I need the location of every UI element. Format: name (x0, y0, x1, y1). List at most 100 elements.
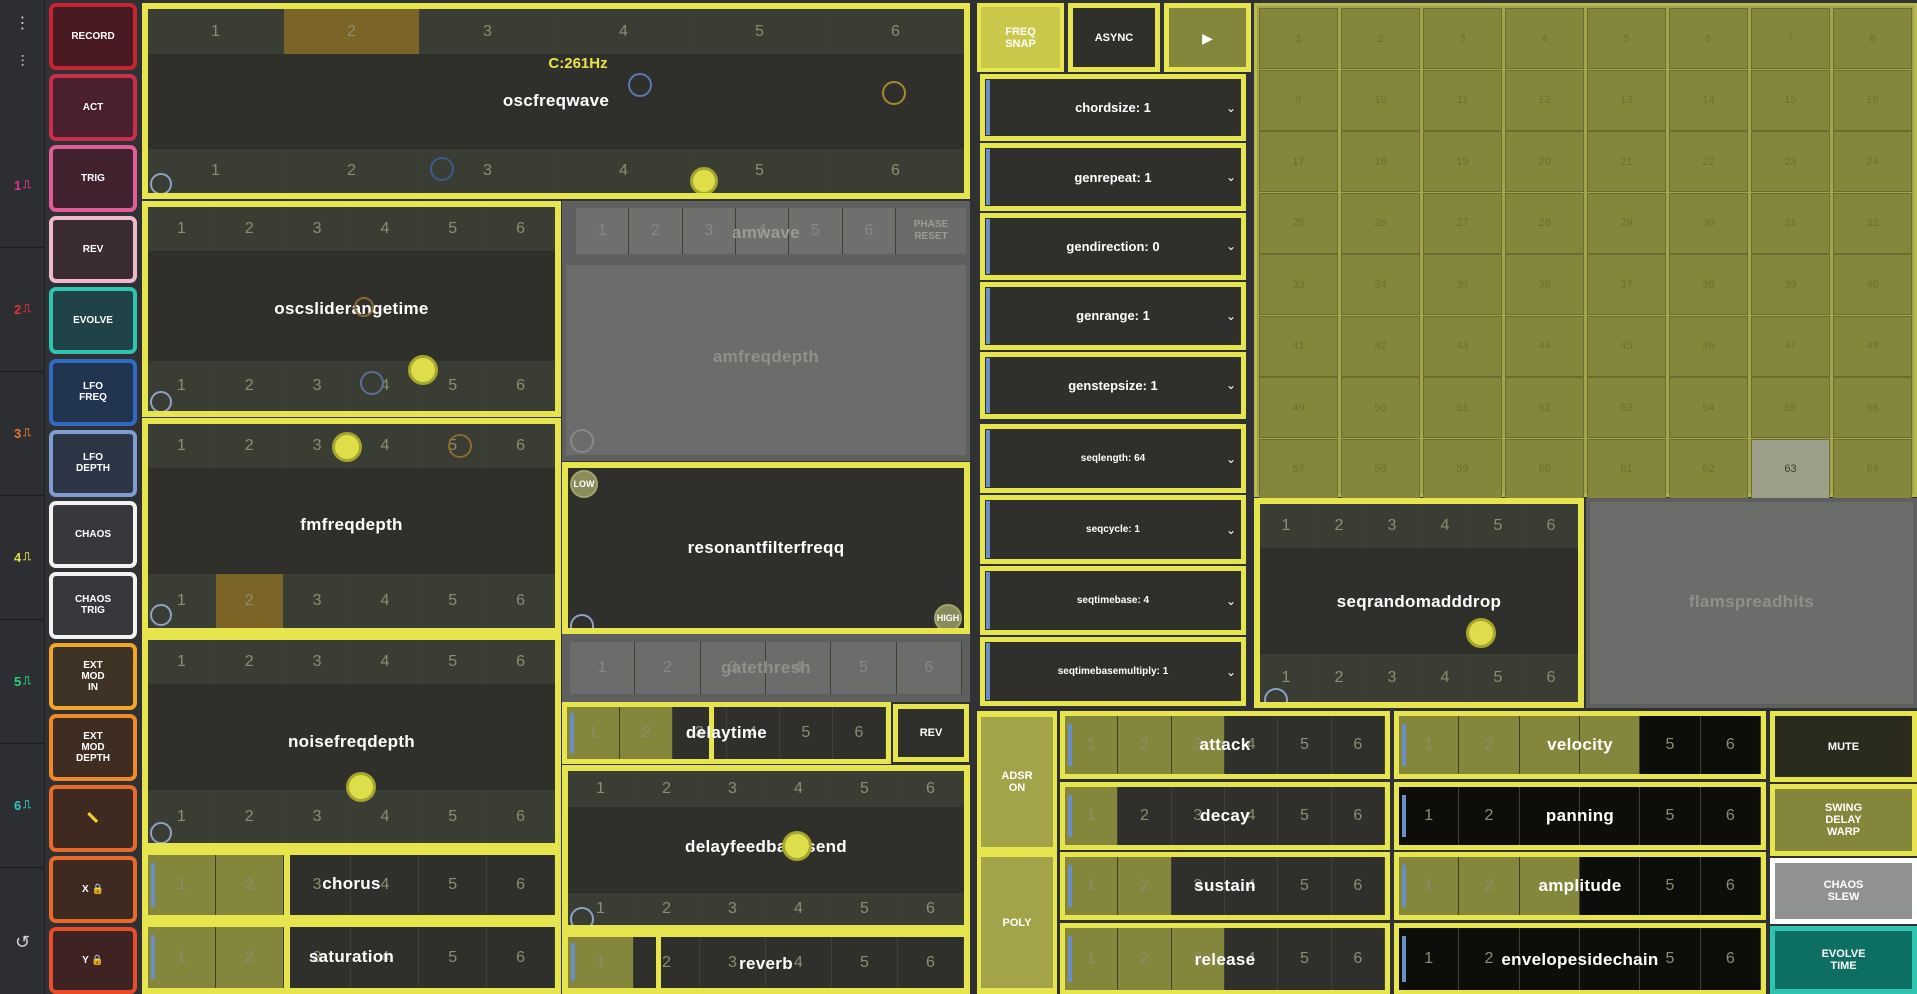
slider-knob[interactable] (1466, 618, 1496, 648)
side-button-7[interactable]: CHAOS (49, 500, 137, 568)
grid-cell[interactable]: 11 (1423, 69, 1502, 131)
grid-cell[interactable]: 53 (1587, 377, 1666, 438)
evolve-time-button[interactable]: EVOLVE TIME (1770, 926, 1917, 994)
grid-cell[interactable]: 64 (1833, 438, 1912, 500)
grid-cell[interactable]: 58 (1341, 438, 1420, 500)
grid-cell[interactable]: 45 (1587, 315, 1666, 377)
seqrandomadddrop-module[interactable]: 123456 123456 seqrandomadddrop (1254, 498, 1584, 708)
mute-button[interactable]: MUTE (1770, 711, 1917, 782)
grid-cell[interactable]: 60 (1505, 438, 1584, 500)
slider-knob[interactable] (690, 167, 718, 193)
mod-ring[interactable] (150, 604, 172, 626)
grid-cell[interactable]: 15 (1751, 69, 1830, 131)
handle-ring[interactable] (354, 297, 374, 317)
grid-cell[interactable]: 56 (1833, 377, 1912, 438)
side-button-9[interactable]: EXT MOD IN (49, 642, 137, 710)
grid-cell[interactable]: 62 (1669, 438, 1748, 500)
delayfeedbacksend-module[interactable]: 123456 123456 delayfeedbacksend (562, 765, 970, 931)
grid-cell[interactable]: 24 (1833, 131, 1912, 192)
track-4-indicator[interactable]: 4 ⎍ (0, 496, 45, 620)
dropdown-dropdowns1-0[interactable]: chordsize: 1 ⌄ (980, 74, 1246, 142)
grid-cell[interactable]: 52 (1505, 377, 1584, 438)
phase-reset-button[interactable]: PHASE RESET (896, 208, 966, 254)
grid-cell[interactable]: 6 (1669, 8, 1748, 69)
grid-cell[interactable]: 36 (1505, 254, 1584, 315)
reverb-module[interactable]: 123456 reverb (562, 931, 970, 994)
mod-ring[interactable] (570, 614, 594, 628)
grid-cell[interactable]: 28 (1505, 192, 1584, 254)
resonantfilterfreqq-module[interactable]: resonantfilterfreqq LOW HIGH (562, 462, 970, 634)
side-button-8[interactable]: CHAOS TRIG (49, 571, 137, 639)
grid-cell[interactable]: 9 (1259, 69, 1338, 131)
grid-cell[interactable]: 17 (1259, 131, 1338, 192)
grid-cell[interactable]: 10 (1341, 69, 1420, 131)
step-grid[interactable]: 1 2 3 4 5 6 7 8 9 10 11 12 13 14 15 16 17 18 19 20 21 22 23 24 2… (1254, 3, 1917, 500)
grid-cell[interactable]: 63 (1751, 438, 1830, 500)
side-button-6[interactable]: LFO DEPTH (49, 429, 137, 497)
mixer-icon[interactable]: ⫶ (0, 48, 45, 78)
grid-cell[interactable]: 13 (1587, 69, 1666, 131)
grid-cell[interactable]: 35 (1423, 254, 1502, 315)
side-button-12[interactable]: X 🔒 (49, 856, 137, 924)
velocity-module[interactable]: 1 2 5 6 velocity (1394, 711, 1766, 779)
side-button-10[interactable]: EXT MOD DEPTH (49, 714, 137, 782)
grid-cell[interactable]: 47 (1751, 315, 1830, 377)
side-button-3[interactable]: REV (49, 216, 137, 284)
noisefreqdepth-module[interactable]: 123456 123456 noisefreqdepth (142, 634, 561, 849)
amplitude-module[interactable]: 1 2 5 6 amplitude (1394, 852, 1766, 920)
dropdown-dropdowns1-2[interactable]: gendirection: 0 ⌄ (980, 212, 1246, 281)
side-button-4[interactable]: EVOLVE (49, 287, 137, 355)
track-6-indicator[interactable]: 6 ⎍ (0, 744, 45, 868)
grid-cell[interactable]: 27 (1423, 192, 1502, 254)
chorus-module[interactable]: 123456 chorus (142, 849, 561, 921)
chaos-slew-button[interactable]: CHAOS SLEW (1770, 858, 1917, 924)
dropdown-dropdowns2-2[interactable]: seqtimebase: 4 ⌄ (980, 566, 1246, 635)
grid-cell[interactable]: 43 (1423, 315, 1502, 377)
slider-knob[interactable] (332, 432, 362, 462)
side-button-5[interactable]: LFO FREQ (49, 358, 137, 426)
slider-knob[interactable] (782, 831, 812, 861)
grid-cell[interactable]: 8 (1833, 8, 1912, 69)
grid-cell[interactable]: 39 (1751, 254, 1830, 315)
handle-ring[interactable] (882, 81, 906, 105)
track-5-indicator[interactable]: 5 ⎍ (0, 620, 45, 744)
side-button-2[interactable]: TRIG (49, 145, 137, 213)
grid-cell[interactable]: 42 (1341, 315, 1420, 377)
grid-cell[interactable]: 22 (1669, 131, 1748, 192)
undo-icon[interactable]: ↺ (0, 922, 45, 962)
grid-cell[interactable]: 12 (1505, 69, 1584, 131)
mod-ring[interactable] (150, 391, 172, 411)
grid-cell[interactable]: 55 (1751, 377, 1830, 438)
grid-cell[interactable]: 30 (1669, 192, 1748, 254)
grid-cell[interactable]: 16 (1833, 69, 1912, 131)
dropdown-dropdowns1-3[interactable]: genrange: 1 ⌄ (980, 282, 1246, 350)
grid-cell[interactable]: 7 (1751, 8, 1830, 69)
segment-row-top[interactable]: 123456 (148, 9, 964, 54)
grid-cell[interactable]: 25 (1259, 192, 1338, 254)
slider-knob[interactable] (346, 772, 376, 802)
side-button-13[interactable]: Y 🔒 (49, 927, 137, 994)
grid-cell[interactable]: 46 (1669, 315, 1748, 377)
swing-delay-warp-button[interactable]: SWING DELAY WARP (1770, 784, 1917, 856)
grid-cell[interactable]: 23 (1751, 131, 1830, 192)
attack-module[interactable]: 1 2 3 4 5 6 attack (1060, 711, 1390, 779)
grid-cell[interactable]: 59 (1423, 438, 1502, 500)
freq-snap-button[interactable]: FREQ SNAP (977, 3, 1064, 72)
grid-cell[interactable]: 1 (1259, 8, 1338, 69)
grid-cell[interactable]: 18 (1341, 131, 1420, 192)
mod-ring[interactable] (570, 907, 594, 925)
track-3-indicator[interactable]: 3 ⎍ (0, 372, 45, 496)
dropdown-dropdowns2-0[interactable]: seqlength: 64 ⌄ (980, 424, 1246, 493)
track-2-indicator[interactable]: 2 ⎍ (0, 248, 45, 372)
grid-cell[interactable]: 33 (1259, 254, 1338, 315)
grid-cell[interactable]: 31 (1751, 192, 1830, 254)
grid-cell[interactable]: 38 (1669, 254, 1748, 315)
handle-ring[interactable] (628, 73, 652, 97)
async-button[interactable]: ASYNC (1068, 3, 1160, 72)
grid-cell[interactable]: 14 (1669, 69, 1748, 131)
side-button-1[interactable]: ACT (49, 74, 137, 142)
grid-cell[interactable]: 49 (1259, 377, 1338, 438)
grid-cell[interactable]: 50 (1341, 377, 1420, 438)
handle-ring[interactable] (448, 434, 472, 458)
grid-cell[interactable]: 32 (1833, 192, 1912, 254)
